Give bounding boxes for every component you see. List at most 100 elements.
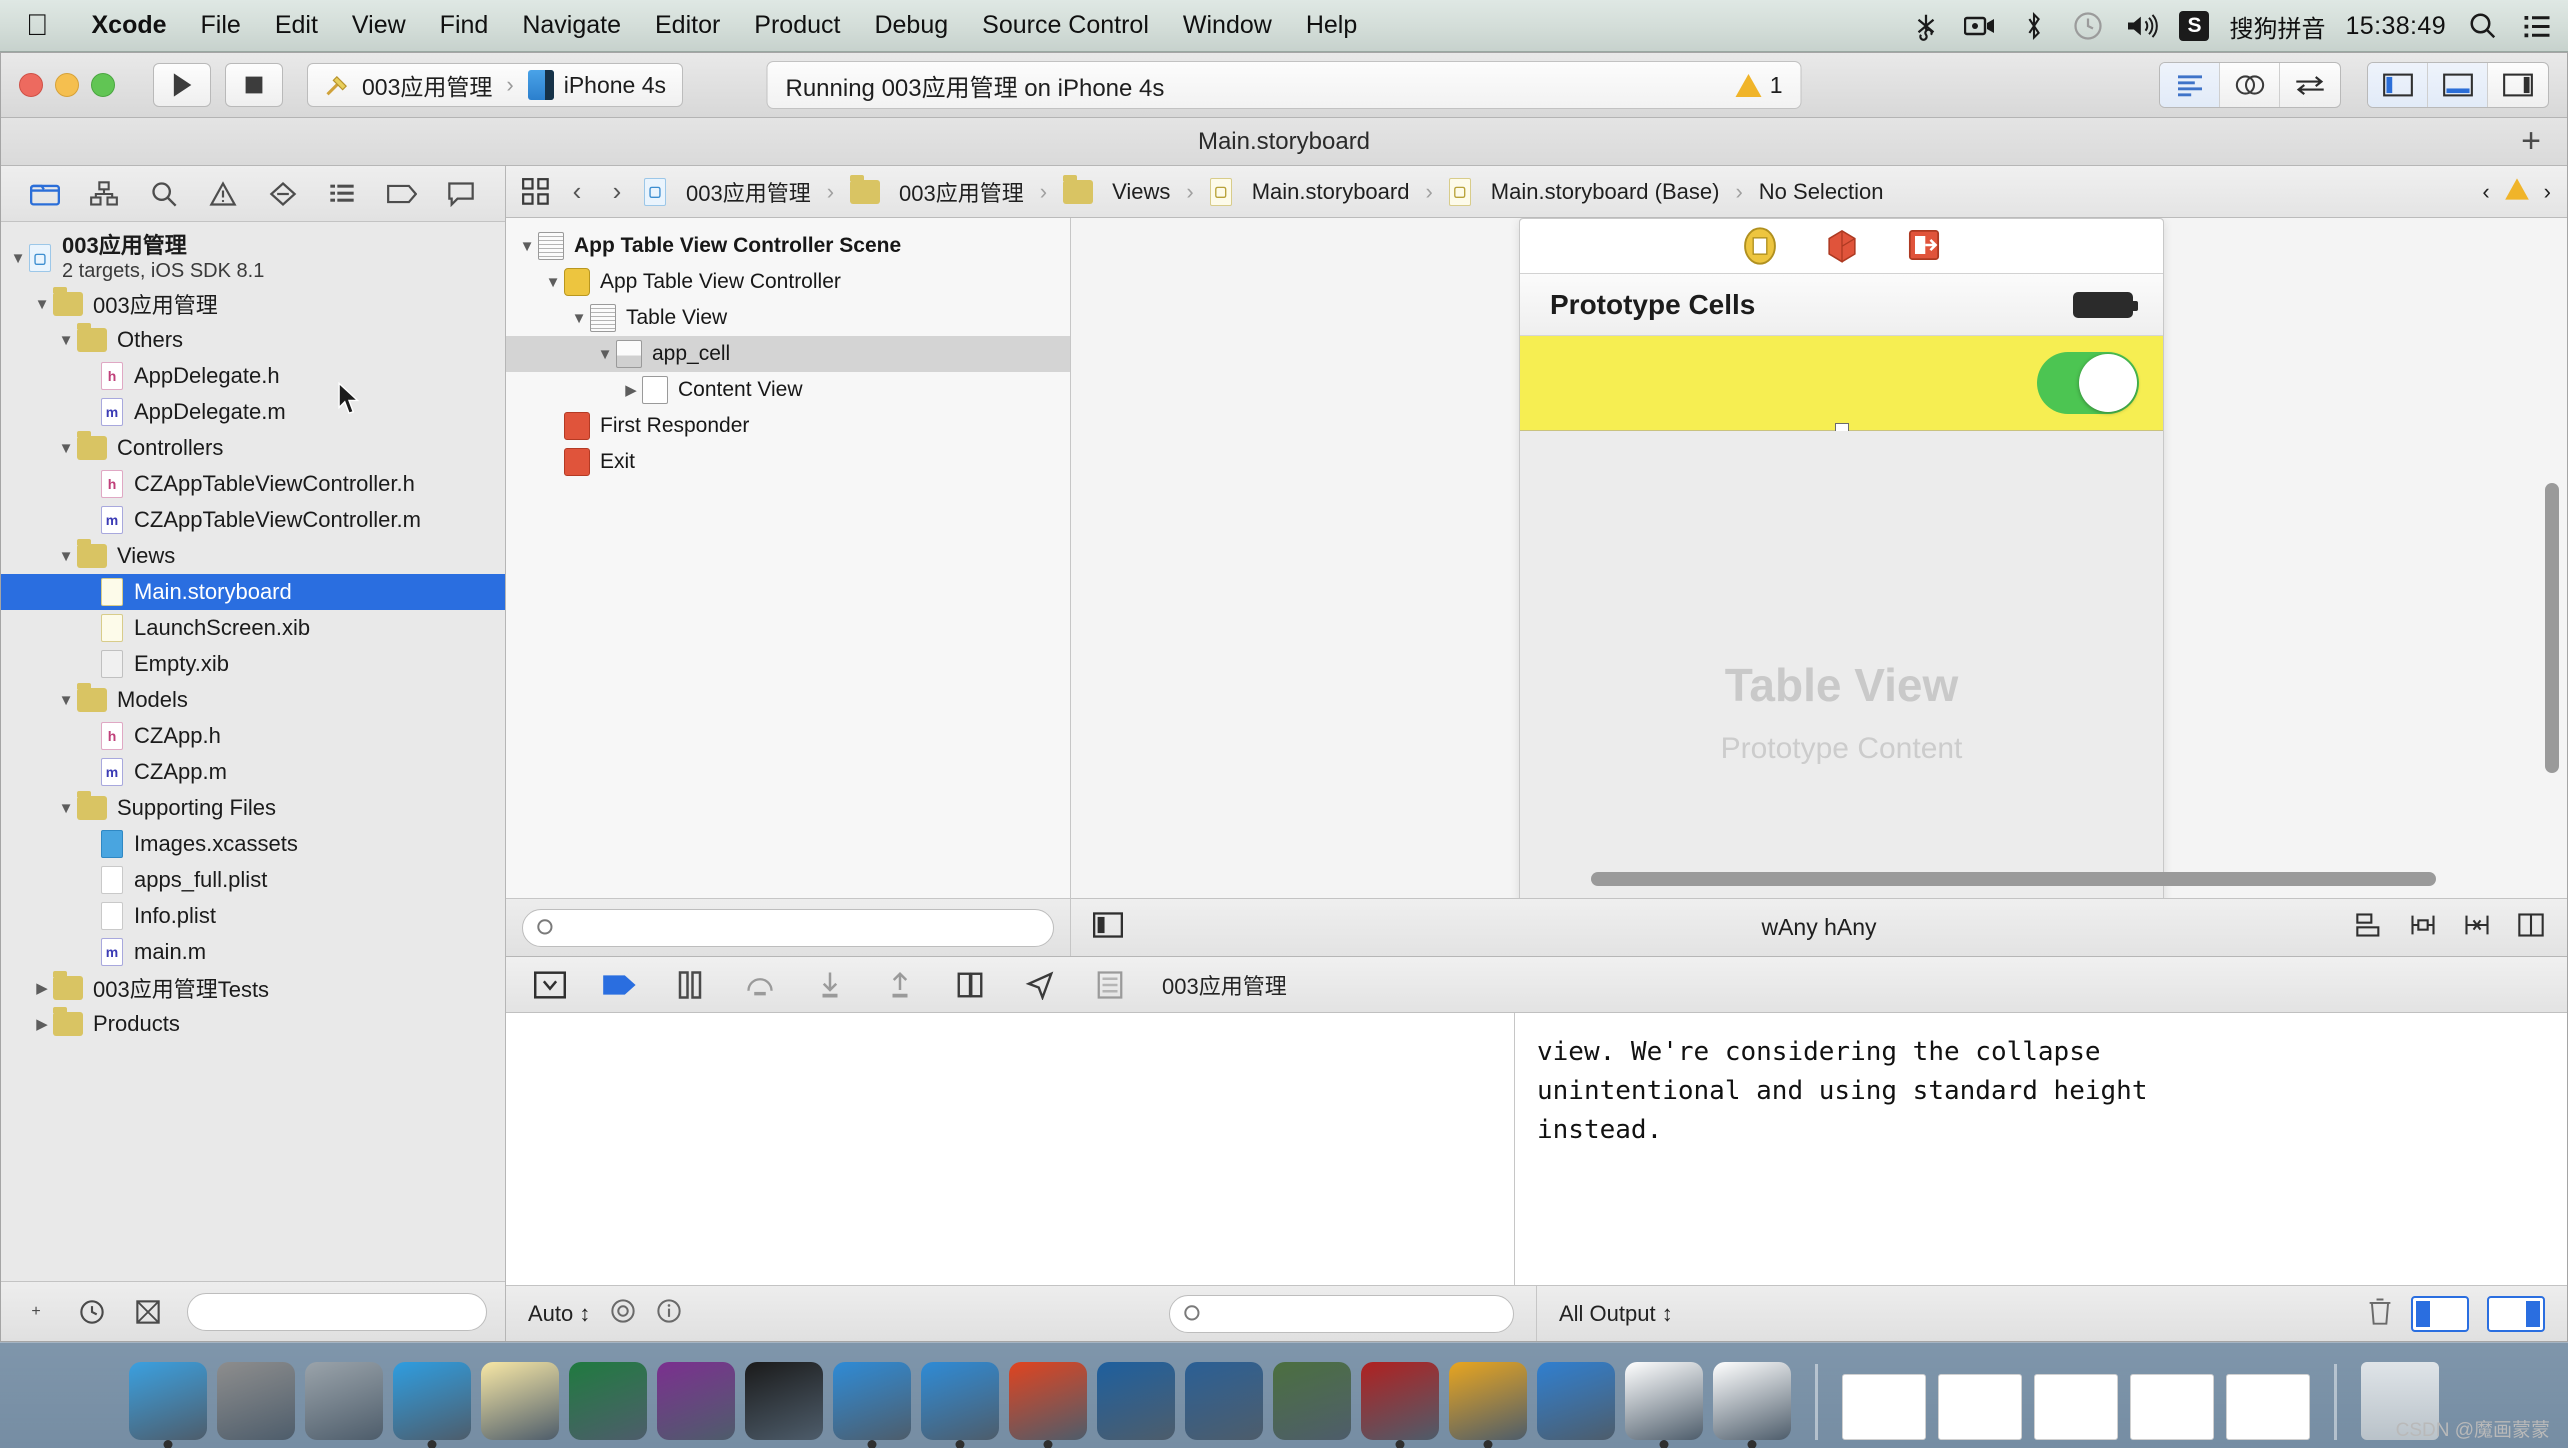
disclosure-triangle[interactable]: ▼	[55, 800, 77, 817]
pin-icon[interactable]	[2409, 912, 2437, 944]
stop-button[interactable]	[225, 63, 283, 107]
toggle-navigator-icon[interactable]	[2368, 63, 2428, 107]
navigator-row[interactable]: Images.xcassets	[1, 826, 505, 862]
disclosure-triangle[interactable]: ▶	[31, 1015, 53, 1033]
variables-view[interactable]	[506, 1013, 1515, 1285]
navigator-row[interactable]: ▼ 003应用管理	[1, 286, 505, 322]
project-navigator-tree[interactable]: ▼ ▢ 003应用管理 2 targets, iOS SDK 8.1 ▼ 003应…	[1, 222, 505, 1281]
outline-row-selected[interactable]: ▼ app_cell	[506, 336, 1070, 372]
navigator-row[interactable]: Info.plist	[1, 898, 505, 934]
ui-switch[interactable]	[2037, 352, 2139, 414]
menu-item-window[interactable]: Window	[1166, 11, 1289, 40]
menu-item-xcode[interactable]: Xcode	[75, 11, 184, 40]
menu-bar-clock[interactable]: 15:38:49	[2345, 12, 2446, 41]
navigator-row[interactable]: m CZAppTableViewController.m	[1, 502, 505, 538]
disclosure-triangle[interactable]: ▼	[7, 250, 29, 267]
bluetooth-icon[interactable]	[2017, 9, 2051, 43]
search-navigator-icon[interactable]	[144, 176, 184, 212]
dock-item-ftp-client[interactable]	[1273, 1362, 1351, 1440]
resizing-behavior-icon[interactable]	[2517, 912, 2545, 944]
standard-editor-icon[interactable]	[2160, 63, 2220, 107]
navigator-row-selected[interactable]: Main.storyboard	[1, 574, 505, 610]
input-method-label[interactable]: 搜狗拼音	[2229, 9, 2325, 44]
input-method-badge[interactable]: S	[2179, 11, 2210, 41]
add-editor-button[interactable]: +	[2521, 124, 2541, 158]
disclosure-triangle[interactable]: ▼	[568, 310, 590, 327]
step-into-icon[interactable]	[812, 967, 848, 1003]
disclosure-triangle[interactable]: ▼	[542, 274, 564, 291]
next-issue-icon[interactable]: ›	[2544, 179, 2551, 205]
search-icon[interactable]	[2466, 9, 2500, 43]
console-output[interactable]: view. We're considering the collapse uni…	[1515, 1013, 2567, 1285]
show-console-icon[interactable]	[2487, 1295, 2545, 1332]
minimized-window-3[interactable]	[2034, 1374, 2118, 1440]
previous-issue-icon[interactable]: ‹	[2482, 179, 2489, 205]
notification-center-icon[interactable]	[2520, 9, 2554, 43]
add-file-icon[interactable]: +	[19, 1295, 53, 1329]
navigator-row[interactable]: ▼ Controllers	[1, 430, 505, 466]
navigator-row[interactable]: m CZApp.m	[1, 754, 505, 790]
outline-row[interactable]: ▼ App Table View Controller	[506, 264, 1070, 300]
symbol-navigator-icon[interactable]	[84, 176, 124, 212]
disclosure-triangle[interactable]: ▼	[594, 346, 616, 363]
menu-item-help[interactable]: Help	[1289, 11, 1374, 40]
navigator-row[interactable]: h CZAppTableViewController.h	[1, 466, 505, 502]
project-navigator-icon[interactable]	[25, 176, 65, 212]
navigator-row[interactable]: h AppDelegate.h	[1, 358, 505, 394]
close-window-button[interactable]	[19, 73, 43, 97]
navigator-row[interactable]: Empty.xib	[1, 646, 505, 682]
test-navigator-icon[interactable]	[263, 176, 303, 212]
info-icon[interactable]	[656, 1298, 682, 1330]
outline-row[interactable]: First Responder	[506, 408, 1070, 444]
pause-icon[interactable]	[672, 967, 708, 1003]
exit-icon[interactable]	[1907, 227, 1941, 265]
navigator-row[interactable]: LaunchScreen.xib	[1, 610, 505, 646]
outline-row[interactable]: ▶ Content View	[506, 372, 1070, 408]
dock-item-xcode[interactable]	[1625, 1362, 1703, 1448]
project-root-row[interactable]: ▼ ▢ 003应用管理 2 targets, iOS SDK 8.1	[1, 230, 505, 286]
dock-item-onenote[interactable]	[657, 1362, 735, 1440]
breadcrumb-views[interactable]: Views	[1063, 174, 1170, 205]
minimized-window-5[interactable]	[2226, 1374, 2310, 1440]
dock-item-launchpad[interactable]	[305, 1362, 383, 1440]
simulate-location-icon[interactable]	[1022, 967, 1058, 1003]
dock-item-finder[interactable]	[129, 1362, 207, 1448]
screen-record-icon[interactable]	[1963, 9, 1997, 43]
disclosure-triangle[interactable]: ▼	[55, 692, 77, 709]
watch-icon[interactable]	[610, 1298, 636, 1330]
apple-menu-icon[interactable]: 	[26, 11, 49, 41]
dock-item-filezilla[interactable]	[1361, 1362, 1439, 1448]
breadcrumb-project[interactable]: ▢ 003应用管理	[644, 176, 811, 208]
hide-debug-area-icon[interactable]	[532, 967, 568, 1003]
warning-icon[interactable]	[2504, 177, 2530, 207]
navigator-row[interactable]: ▼ Models	[1, 682, 505, 718]
issue-navigator-icon[interactable]	[203, 176, 243, 212]
run-button[interactable]	[153, 63, 211, 107]
outline-row[interactable]: Exit	[506, 444, 1070, 480]
dock-item-system-preferences[interactable]	[217, 1362, 295, 1440]
dock-item-quicktime[interactable]	[1185, 1362, 1263, 1440]
forward-button[interactable]: ›	[604, 176, 630, 207]
menu-item-source-control[interactable]: Source Control	[965, 11, 1166, 40]
breadcrumb-storyboard-base[interactable]: ▢ Main.storyboard (Base)	[1448, 177, 1719, 206]
warning-indicator[interactable]: 1	[1735, 72, 1783, 99]
breadcrumb-selection[interactable]: No Selection	[1759, 179, 1884, 205]
dock-item-terminal[interactable]	[745, 1362, 823, 1440]
dock-item-xcode-2[interactable]	[1713, 1362, 1791, 1448]
dock-item-tux-app[interactable]	[1449, 1362, 1527, 1448]
disclosure-triangle[interactable]: ▶	[31, 979, 53, 997]
dock-item-excel[interactable]	[569, 1362, 647, 1440]
disclosure-triangle[interactable]: ▼	[55, 440, 77, 457]
prototype-cell[interactable]	[1520, 336, 2163, 437]
menu-item-view[interactable]: View	[335, 11, 423, 40]
disclosure-triangle[interactable]: ▼	[31, 296, 53, 313]
dock-item-ios-simulator[interactable]	[921, 1362, 999, 1448]
first-responder-icon[interactable]	[1825, 227, 1859, 265]
align-icon[interactable]	[2355, 912, 2383, 944]
disclosure-triangle[interactable]: ▼	[516, 238, 538, 255]
back-button[interactable]: ‹	[564, 176, 590, 207]
menu-item-file[interactable]: File	[184, 11, 258, 40]
zoom-window-button[interactable]	[91, 73, 115, 97]
breadcrumb-group[interactable]: 003应用管理	[850, 174, 1024, 208]
volume-icon[interactable]	[2125, 9, 2159, 43]
